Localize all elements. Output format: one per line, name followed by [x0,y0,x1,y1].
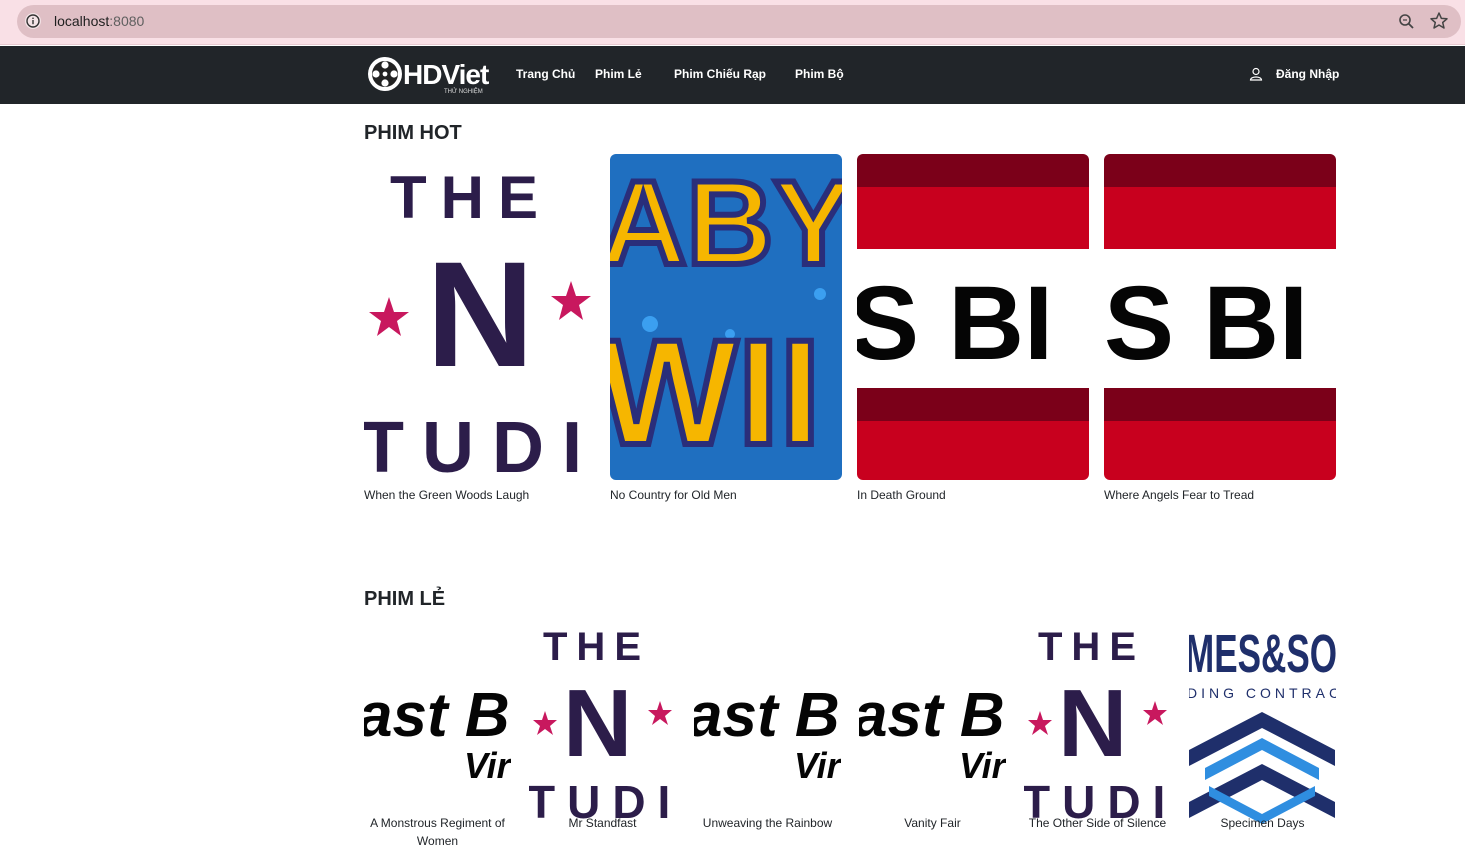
svg-text:Vir: Vir [959,745,1006,786]
zoom-icon[interactable] [1397,12,1417,32]
movie-title[interactable]: No Country for Old Men [610,488,737,502]
logo-text: HDViet [403,59,489,90]
movie-poster: S BI [857,154,1089,480]
svg-text:S BI: S BI [1104,265,1308,382]
nav-phim-chieu-rap[interactable]: Phim Chiếu Rạp [674,67,766,81]
movie-card[interactable]: S BI Where Angels Fear to Tread [1104,154,1336,504]
movie-card[interactable]: THE N TUDI Mr Standfast [529,618,676,854]
svg-text:ast B: ast B [859,681,1005,750]
movie-card[interactable]: MES&SO DING CONTRAC Specimen Days [1189,618,1336,854]
movie-title[interactable]: Unweaving the Rainbow [694,814,841,832]
movie-poster: THE N TUDI [529,618,676,824]
bookmark-star-icon[interactable] [1429,11,1449,31]
svg-text:S BI: S BI [857,265,1053,382]
url-host: localhost [54,13,110,29]
svg-text:TUDI: TUDI [364,408,596,480]
movie-card[interactable]: ast B Vir A Monstrous Regiment of Women [364,618,511,854]
movie-poster: THE N TUDI [1024,618,1171,824]
movie-title[interactable]: The Other Side of Silence [1024,814,1171,832]
svg-text:THE: THE [390,164,552,231]
info-icon[interactable] [25,13,41,29]
user-icon [1249,67,1263,81]
movie-poster: ast B Vir [694,618,841,824]
movie-poster: S BI [1104,154,1336,480]
movie-title[interactable]: Where Angels Fear to Tread [1104,488,1254,502]
movie-title[interactable]: In Death Ground [857,488,946,502]
movie-card[interactable]: S BI In Death Ground [857,154,1089,504]
login-label: Đăng Nhập [1276,67,1340,81]
svg-text:N: N [1058,670,1127,777]
logo-sub: THỬ NGHIỆM [444,87,483,95]
site-logo[interactable]: HDViet THỬ NGHIỆM [366,55,499,95]
url-port: :8080 [109,13,145,29]
movie-card[interactable]: THE N TUDI The Other Side of Silence [1024,618,1171,854]
svg-text:N: N [563,670,632,777]
nav-phim-le[interactable]: Phim Lẻ [595,67,642,81]
svg-text:Vir: Vir [464,745,511,786]
movie-title[interactable]: When the Green Woods Laugh [364,488,529,502]
svg-text:ast B: ast B [364,681,510,750]
svg-text:Vir: Vir [794,745,841,786]
movie-title[interactable]: Vanity Fair [859,814,1006,832]
section-title-le: PHIM LẺ [364,588,446,610]
movie-poster: ast B Vir [364,618,511,824]
svg-text:THE: THE [543,625,650,669]
movie-card[interactable]: THE N TUDI When the Green Woods Laugh [364,154,596,504]
movie-title[interactable]: A Monstrous Regiment of Women [364,814,511,850]
svg-text:THE: THE [1038,625,1145,669]
movie-title[interactable]: Mr Standfast [529,814,676,832]
nav-home[interactable]: Trang Chủ [516,67,575,81]
site-navbar: HDViet THỬ NGHIỆM Trang Chủ Phim Lẻ Phim… [0,46,1465,104]
svg-text:ABY: ABY [610,156,842,290]
movie-poster: THE N TUDI [364,154,596,480]
movie-poster: ABY WII [610,154,842,480]
svg-text:WII: WII [610,308,821,476]
url-text[interactable]: localhost:8080 [54,13,144,29]
address-bar[interactable] [17,5,1461,38]
movie-card[interactable]: ast B Vir Vanity Fair [859,618,1006,854]
movie-poster: ast B Vir [859,618,1006,824]
movie-card[interactable]: ast B Vir Unweaving the Rainbow [694,618,841,854]
nav-phim-bo[interactable]: Phim Bộ [795,67,844,81]
movie-poster: MES&SO DING CONTRAC [1189,618,1336,824]
movie-card[interactable]: ABY WII No Country for Old Men [610,154,842,504]
section-title-hot: PHIM HOT [364,122,462,144]
svg-text:DING CONTRAC: DING CONTRAC [1189,685,1336,701]
svg-text:ast B: ast B [694,681,840,750]
svg-text:N: N [426,230,534,398]
svg-text:MES&SO: MES&SO [1189,624,1336,684]
browser-toolbar: localhost:8080 [0,0,1465,45]
movie-title[interactable]: Specimen Days [1189,814,1336,832]
